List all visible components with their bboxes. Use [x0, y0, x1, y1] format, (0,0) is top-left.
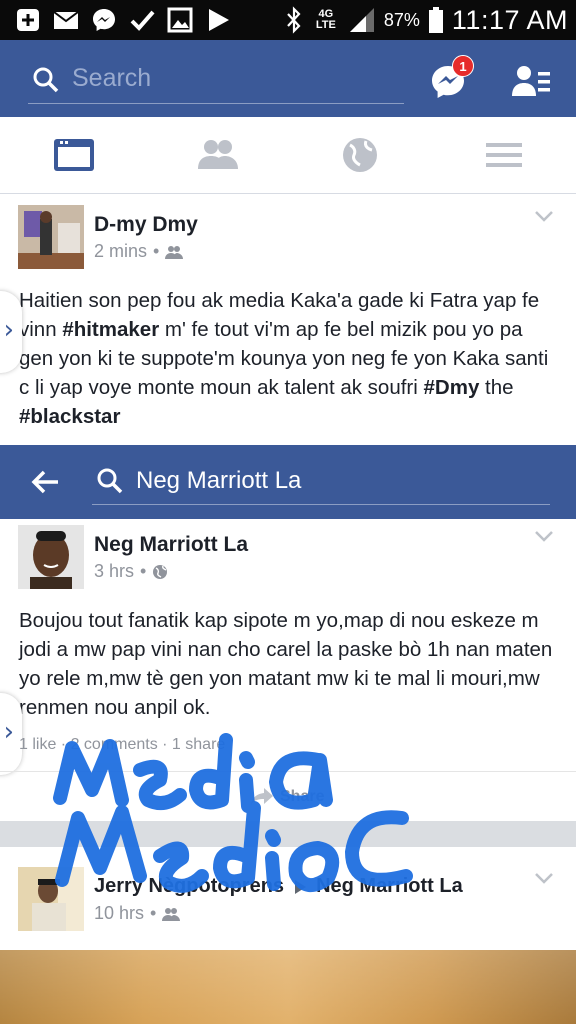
check-icon [130, 10, 155, 31]
add-icon [17, 9, 39, 31]
post-time: 2 mins [94, 241, 148, 261]
signal-icon [349, 8, 374, 32]
battery-percent: 87% [383, 9, 420, 30]
status-bar: 4G LTE 87% 11:17 AM [0, 0, 576, 40]
side-scroll-handle[interactable]: › [0, 693, 22, 775]
share-button[interactable]: Share [280, 788, 324, 806]
friends-tab-icon[interactable] [196, 135, 240, 175]
hashtag[interactable]: #Dmy [424, 376, 480, 399]
profile-search-field[interactable]: Neg Marriott La [92, 459, 550, 505]
post-text: Haitien son pep fou ak media Kaka'a gade… [19, 286, 559, 431]
meta-dot: • [140, 561, 147, 581]
avatar[interactable] [18, 867, 84, 931]
post-header-line: Jerry Nègpotoprens Neg Marriott La [94, 875, 463, 898]
post-meta: 3 hrs • [94, 561, 168, 582]
globe-icon [153, 564, 168, 579]
nav-tabs [0, 117, 576, 194]
chevron-right-icon: › [3, 315, 14, 345]
clock: 11:17 AM [451, 4, 568, 35]
post-card: D-my Dmy 2 mins • Haitien son pep fou ak… [0, 195, 576, 445]
chevron-down-icon[interactable] [534, 871, 554, 885]
app-header: Search 1 [0, 40, 576, 117]
friends-icon [165, 245, 184, 259]
mail-icon [53, 11, 79, 29]
globe-icon[interactable] [338, 135, 382, 175]
image-icon [167, 7, 193, 33]
hashtag[interactable]: #blackstar [19, 405, 120, 428]
meta-dot: • [153, 241, 160, 261]
hashtag[interactable]: #hitmaker [62, 318, 159, 341]
post-meta: 2 mins • [94, 241, 184, 262]
search-field[interactable]: Search [28, 58, 404, 104]
avatar[interactable] [18, 525, 84, 589]
messenger-status-icon [93, 9, 115, 31]
friend-requests-icon[interactable] [512, 64, 552, 98]
post-reactions[interactable]: 1 like · 2 comments · 1 share [19, 736, 225, 754]
search-placeholder: Search [72, 64, 152, 92]
menu-icon[interactable] [482, 135, 526, 175]
back-arrow-icon[interactable] [30, 467, 60, 497]
chevron-down-icon[interactable] [534, 529, 554, 543]
post-card: Jerry Nègpotoprens Neg Marriott La 10 hr… [0, 847, 576, 950]
friends-icon [162, 907, 181, 921]
side-scroll-handle[interactable]: › [0, 291, 22, 373]
post-author[interactable]: D-my Dmy [94, 213, 198, 237]
profile-search-bar: Neg Marriott La [0, 445, 576, 519]
post-time: 3 hrs [94, 561, 135, 581]
feed-separator [0, 821, 576, 847]
share-icon [251, 788, 273, 805]
news-feed-icon[interactable] [52, 135, 96, 175]
battery-icon [428, 7, 443, 33]
play-icon [209, 9, 229, 31]
messenger-badge: 1 [452, 55, 474, 77]
post-author[interactable]: Neg Marriott La [94, 533, 248, 557]
post-text-part: the [479, 376, 514, 399]
post-target[interactable]: Neg Marriott La [316, 875, 463, 898]
network-label: 4G LTE [315, 8, 336, 31]
post-time: 10 hrs [94, 903, 145, 923]
avatar[interactable] [18, 205, 84, 269]
chevron-down-icon[interactable] [534, 209, 554, 223]
post-author[interactable]: Jerry Nègpotoprens [94, 875, 284, 898]
search-icon [33, 67, 59, 93]
search-icon [97, 468, 123, 494]
bluetooth-icon [287, 6, 301, 34]
chevron-right-icon: › [3, 717, 14, 747]
arrow-right-icon [295, 879, 307, 894]
search-query: Neg Marriott La [136, 467, 302, 494]
post-text: Boujou tout fanatik kap sipote m yo,map … [19, 609, 553, 719]
post-actions-row: Share [0, 771, 576, 821]
meta-dot: • [150, 903, 157, 923]
post-photo[interactable] [0, 950, 576, 1024]
post-meta: 10 hrs • [94, 903, 181, 924]
